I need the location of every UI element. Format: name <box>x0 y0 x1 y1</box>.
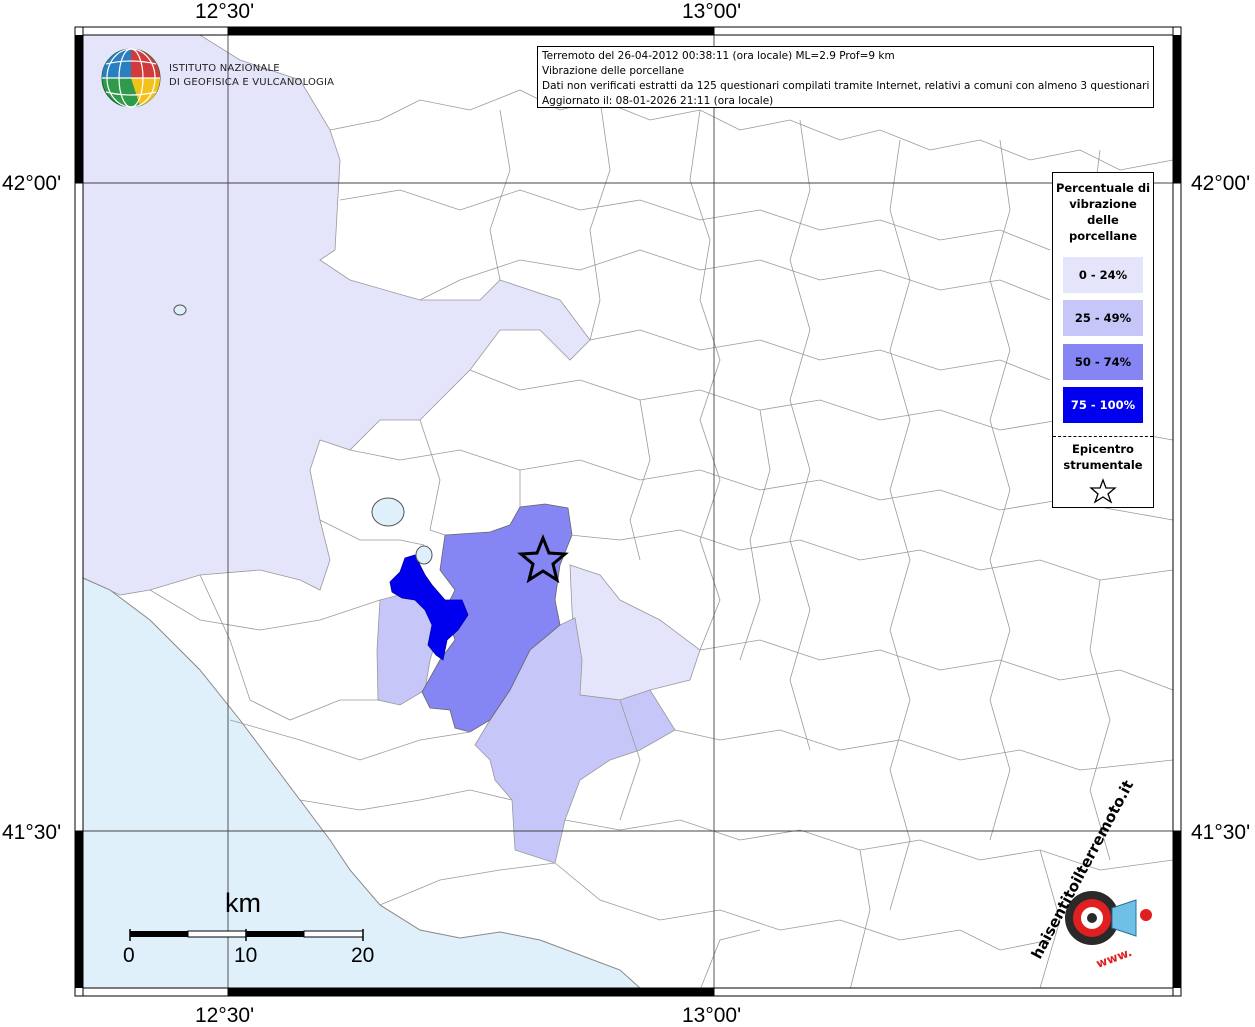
legend-item-0-label: 0 - 24% <box>1078 268 1128 282</box>
legend-title: Percentuale di vibrazione delle porcella… <box>1055 181 1151 243</box>
lake-small <box>173 304 187 316</box>
event-info-line1: Terremoto del 26-04-2012 00:38:11 (ora l… <box>542 50 895 62</box>
legend-item-0: 0 - 24% <box>1063 257 1143 293</box>
event-info-line3: Dati non verificati estratti da 125 ques… <box>542 80 1149 92</box>
lake-bracciano <box>371 497 405 527</box>
legend-item-3: 75 - 100% <box>1063 387 1143 423</box>
legend-item-1: 25 - 49% <box>1063 300 1143 336</box>
map: haisentitoilterremoto.it www. <box>74 26 1182 997</box>
lake-martignano <box>415 545 433 565</box>
legend-item-3-label: 75 - 100% <box>1070 398 1136 412</box>
scale-tick-20: 20 <box>351 944 375 967</box>
ingv-globe-icon <box>101 48 161 108</box>
legend: Percentuale di vibrazione delle porcella… <box>1052 172 1154 508</box>
ingv-name: ISTITUTO NAZIONALE DI GEOFISICA E VULCAN… <box>169 62 334 90</box>
legend-item-2: 50 - 74% <box>1063 344 1143 380</box>
legend-epicenter-label: Epicentro strumentale <box>1063 442 1143 472</box>
event-info-line4: Aggiornato il: 08-01-2026 21:11 (ora loc… <box>542 95 774 107</box>
scale-tick-0: 0 <box>123 944 135 967</box>
legend-star-icon <box>1089 478 1117 504</box>
legend-separator <box>1053 436 1153 437</box>
legend-item-1-label: 25 - 49% <box>1074 311 1132 325</box>
scale-unit-label: km <box>225 888 261 918</box>
ingv-name-line1: ISTITUTO NAZIONALE <box>169 63 280 74</box>
legend-item-2-label: 50 - 74% <box>1074 355 1132 369</box>
scale-tick-10: 10 <box>234 944 258 967</box>
event-info-box: Terremoto del 26-04-2012 00:38:11 (ora l… <box>537 46 1154 108</box>
ingv-name-line2: DI GEOFISICA E VULCANOLOGIA <box>169 77 335 88</box>
event-info-line2: Vibrazione delle porcellane <box>542 65 685 77</box>
